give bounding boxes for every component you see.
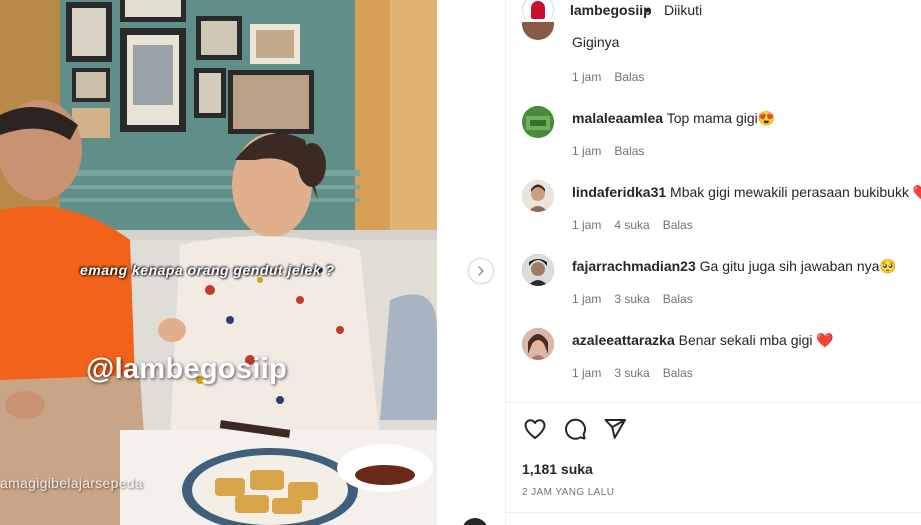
comment-username[interactable]: azaleeattarazka: [572, 332, 675, 348]
commenter-avatar[interactable]: [522, 328, 554, 360]
header-username[interactable]: lambegosiip: [570, 2, 652, 18]
paper-plane-icon: [604, 419, 626, 439]
bottom-divider: [506, 512, 921, 513]
comment-likes[interactable]: 3 suka: [614, 292, 649, 306]
media-pane: emang kenapa orang gendut jelek ? @lambe…: [0, 0, 505, 525]
post-side-panel: lambegosiip • Diikuti Giginya 1 jam Bala…: [505, 0, 921, 525]
red-heart-emoji: ❤️: [816, 332, 834, 348]
comment-username[interactable]: malaleaamlea: [572, 110, 663, 126]
avatar-image: [522, 328, 554, 360]
commenter-avatar[interactable]: [522, 180, 554, 212]
comments-list[interactable]: Giginya 1 jam Balas malaleaamlea Top mam…: [506, 22, 921, 402]
pleading-face-emoji: 🥺: [879, 258, 897, 274]
comment-meta: 1 jam Balas: [572, 144, 644, 158]
comment-username[interactable]: lindaferidka31: [572, 184, 666, 200]
comment-time: 1 jam: [572, 70, 602, 84]
comment-username[interactable]: fajarrachmadian23: [572, 258, 696, 274]
comment-time: 1 jam: [572, 144, 602, 158]
like-button[interactable]: [522, 416, 548, 442]
comment-text: azaleeattarazka Benar sekali mba gigi ❤️: [572, 332, 834, 349]
video-player[interactable]: emang kenapa orang gendut jelek ? @lambe…: [0, 0, 437, 525]
commenter-avatar[interactable]: [522, 22, 554, 40]
comment-text: lindaferidka31 Mbak gigi mewakili perasa…: [572, 184, 921, 201]
comment-time: 1 jam: [572, 218, 602, 232]
avatar-image: [522, 106, 554, 138]
red-heart-emoji: ❤️: [913, 184, 921, 200]
video-caption: emang kenapa orang gendut jelek ?: [80, 262, 335, 278]
heart-eyes-emoji: 😍: [757, 110, 776, 126]
reply-button[interactable]: Balas: [663, 218, 693, 232]
next-media-button[interactable]: [468, 258, 494, 284]
reply-button[interactable]: Balas: [614, 144, 644, 158]
comment-message: Mbak gigi mewakili perasaan bukibukk: [670, 184, 909, 200]
reply-button[interactable]: Balas: [663, 292, 693, 306]
chevron-right-icon: [478, 266, 484, 276]
comment-text: fajarrachmadian23 Ga gitu juga sih jawab…: [572, 258, 897, 275]
commenter-avatar[interactable]: [522, 106, 554, 138]
comment-text: Giginya: [572, 34, 619, 50]
video-watermark: @lambegosiip: [86, 353, 288, 385]
likes-count[interactable]: 1,181 suka: [522, 461, 593, 477]
comment-meta: 1 jam 3 suka Balas: [572, 366, 693, 380]
reply-button[interactable]: Balas: [614, 70, 644, 84]
follow-status-button[interactable]: Diikuti: [664, 2, 702, 18]
comment-meta: 1 jam 4 suka Balas: [572, 218, 693, 232]
account-logo-icon: [531, 1, 545, 19]
comment-likes[interactable]: 3 suka: [614, 366, 649, 380]
comment-meta: 1 jam 3 suka Balas: [572, 292, 693, 306]
comment-message: Giginya: [572, 34, 620, 50]
comment-meta: 1 jam Balas: [572, 70, 644, 84]
video-handle-overlay: amagigibelajarsepeda: [0, 475, 143, 491]
comment-message: Ga gitu juga sih jawaban nya: [699, 258, 880, 274]
reply-button[interactable]: Balas: [663, 366, 693, 380]
post-timestamp: 2 JAM YANG LALU: [522, 487, 615, 498]
comment-time: 1 jam: [572, 292, 602, 306]
header-separator: •: [645, 2, 650, 18]
comment-message: Top mama gigi: [666, 110, 758, 126]
section-divider: [506, 402, 921, 403]
comment-text: malaleaamlea Top mama gigi😍: [572, 110, 775, 127]
comment-time: 1 jam: [572, 366, 602, 380]
post-actions: [522, 416, 628, 444]
commenter-avatar[interactable]: [522, 254, 554, 286]
comment-likes[interactable]: 4 suka: [614, 218, 649, 232]
comment-button[interactable]: [562, 416, 588, 442]
heart-outline-icon: [524, 419, 546, 439]
partial-avatar: [462, 518, 488, 525]
avatar-image: [522, 180, 554, 212]
share-button[interactable]: [602, 416, 628, 442]
comment-message: Benar sekali mba gigi: [678, 332, 813, 348]
avatar-image: [522, 254, 554, 286]
comment-bubble-icon: [565, 418, 587, 440]
